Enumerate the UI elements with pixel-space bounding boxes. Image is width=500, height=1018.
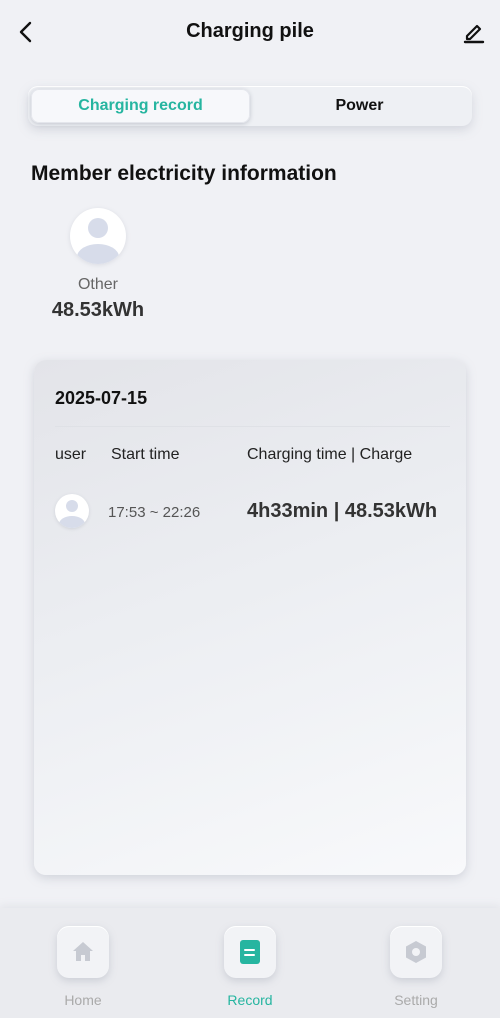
nav-setting[interactable]: Setting [366, 926, 466, 1008]
member-name: Other [77, 276, 118, 293]
section-title: Member electricity information [31, 162, 337, 185]
column-header-start-time: Start time [111, 446, 180, 463]
avatar [55, 494, 89, 528]
pencil-icon [463, 24, 485, 44]
record-icon [240, 940, 260, 964]
nav-record-label: Record [227, 992, 273, 1008]
user-icon [77, 218, 119, 264]
setting-icon [406, 941, 426, 963]
nav-home-label: Home [64, 992, 102, 1008]
record-charge: 4h33min | 48.53kWh [247, 500, 438, 522]
edit-button[interactable] [458, 14, 490, 50]
member-energy: 48.53kWh [51, 299, 145, 321]
nav-setting-label: Setting [394, 992, 438, 1008]
bottom-navigation: Home Record Setting [0, 908, 500, 1018]
record-card: 2025-07-15 user Start time Charging time… [34, 360, 466, 875]
record-time-range: 17:53 ~ 22:26 [108, 504, 201, 521]
app-header: Charging pile [0, 0, 500, 64]
user-icon [59, 500, 85, 528]
page-title: Charging pile [186, 20, 314, 42]
nav-record[interactable]: Record [200, 926, 300, 1008]
tab-charging-record[interactable]: Charging record [31, 89, 250, 123]
column-header-charging: Charging time | Charge [247, 446, 413, 463]
divider [55, 426, 450, 427]
home-icon [73, 942, 93, 961]
avatar [70, 208, 126, 264]
tab-power[interactable]: Power [250, 89, 469, 123]
record-date: 2025-07-15 [55, 388, 148, 408]
member-item: Other 48.53kWh [38, 208, 158, 322]
nav-home[interactable]: Home [33, 926, 133, 1008]
record-power-tabs: Charging record Power [28, 86, 472, 126]
column-header-user: user [55, 446, 87, 463]
